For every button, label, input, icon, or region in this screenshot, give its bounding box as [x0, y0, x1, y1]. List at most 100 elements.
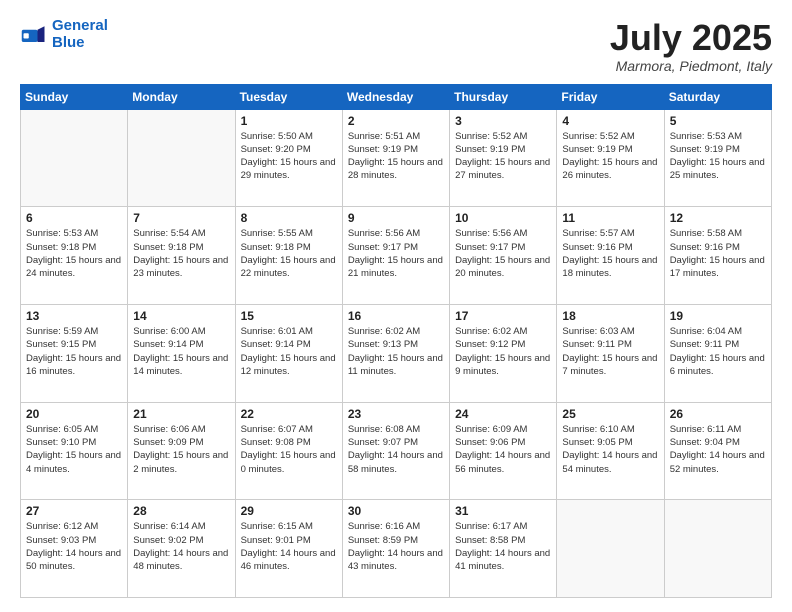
table-row: 21 Sunrise: 6:06 AM Sunset: 9:09 PM Dayl…	[128, 402, 235, 500]
table-row	[557, 500, 664, 598]
day-number: 7	[133, 211, 229, 225]
table-row: 29 Sunrise: 6:15 AM Sunset: 9:01 PM Dayl…	[235, 500, 342, 598]
subtitle: Marmora, Piedmont, Italy	[610, 58, 772, 74]
day-number: 15	[241, 309, 337, 323]
day-number: 9	[348, 211, 444, 225]
day-info: Sunrise: 6:09 AM Sunset: 9:06 PM Dayligh…	[455, 423, 551, 476]
day-number: 4	[562, 114, 658, 128]
day-info: Sunrise: 6:01 AM Sunset: 9:14 PM Dayligh…	[241, 325, 337, 378]
calendar-row: 27 Sunrise: 6:12 AM Sunset: 9:03 PM Dayl…	[21, 500, 772, 598]
table-row	[664, 500, 771, 598]
table-row: 23 Sunrise: 6:08 AM Sunset: 9:07 PM Dayl…	[342, 402, 449, 500]
header-wednesday: Wednesday	[342, 84, 449, 109]
table-row: 17 Sunrise: 6:02 AM Sunset: 9:12 PM Dayl…	[450, 304, 557, 402]
table-row: 9 Sunrise: 5:56 AM Sunset: 9:17 PM Dayli…	[342, 207, 449, 305]
table-row: 31 Sunrise: 6:17 AM Sunset: 8:58 PM Dayl…	[450, 500, 557, 598]
day-number: 12	[670, 211, 766, 225]
day-info: Sunrise: 6:06 AM Sunset: 9:09 PM Dayligh…	[133, 423, 229, 476]
day-number: 23	[348, 407, 444, 421]
day-number: 10	[455, 211, 551, 225]
day-number: 5	[670, 114, 766, 128]
logo-text: General Blue	[52, 18, 108, 51]
table-row	[128, 109, 235, 207]
table-row: 30 Sunrise: 6:16 AM Sunset: 8:59 PM Dayl…	[342, 500, 449, 598]
day-info: Sunrise: 5:59 AM Sunset: 9:15 PM Dayligh…	[26, 325, 122, 378]
day-number: 13	[26, 309, 122, 323]
page: General Blue July 2025 Marmora, Piedmont…	[0, 0, 792, 612]
table-row: 22 Sunrise: 6:07 AM Sunset: 9:08 PM Dayl…	[235, 402, 342, 500]
day-info: Sunrise: 5:53 AM Sunset: 9:18 PM Dayligh…	[26, 227, 122, 280]
day-info: Sunrise: 6:02 AM Sunset: 9:13 PM Dayligh…	[348, 325, 444, 378]
header-thursday: Thursday	[450, 84, 557, 109]
table-row: 13 Sunrise: 5:59 AM Sunset: 9:15 PM Dayl…	[21, 304, 128, 402]
header-saturday: Saturday	[664, 84, 771, 109]
day-info: Sunrise: 6:10 AM Sunset: 9:05 PM Dayligh…	[562, 423, 658, 476]
logo: General Blue	[20, 18, 108, 51]
day-number: 8	[241, 211, 337, 225]
day-number: 21	[133, 407, 229, 421]
day-number: 25	[562, 407, 658, 421]
logo-line1: General	[52, 17, 108, 34]
weekday-header-row: Sunday Monday Tuesday Wednesday Thursday…	[21, 84, 772, 109]
day-number: 19	[670, 309, 766, 323]
day-info: Sunrise: 5:58 AM Sunset: 9:16 PM Dayligh…	[670, 227, 766, 280]
calendar-row: 20 Sunrise: 6:05 AM Sunset: 9:10 PM Dayl…	[21, 402, 772, 500]
table-row: 18 Sunrise: 6:03 AM Sunset: 9:11 PM Dayl…	[557, 304, 664, 402]
table-row: 4 Sunrise: 5:52 AM Sunset: 9:19 PM Dayli…	[557, 109, 664, 207]
day-number: 22	[241, 407, 337, 421]
day-number: 11	[562, 211, 658, 225]
day-info: Sunrise: 5:52 AM Sunset: 9:19 PM Dayligh…	[455, 130, 551, 183]
table-row	[21, 109, 128, 207]
table-row: 16 Sunrise: 6:02 AM Sunset: 9:13 PM Dayl…	[342, 304, 449, 402]
table-row: 12 Sunrise: 5:58 AM Sunset: 9:16 PM Dayl…	[664, 207, 771, 305]
calendar-row: 1 Sunrise: 5:50 AM Sunset: 9:20 PM Dayli…	[21, 109, 772, 207]
day-info: Sunrise: 5:52 AM Sunset: 9:19 PM Dayligh…	[562, 130, 658, 183]
day-info: Sunrise: 5:56 AM Sunset: 9:17 PM Dayligh…	[455, 227, 551, 280]
day-info: Sunrise: 6:07 AM Sunset: 9:08 PM Dayligh…	[241, 423, 337, 476]
day-number: 26	[670, 407, 766, 421]
header-tuesday: Tuesday	[235, 84, 342, 109]
day-number: 1	[241, 114, 337, 128]
table-row: 10 Sunrise: 5:56 AM Sunset: 9:17 PM Dayl…	[450, 207, 557, 305]
calendar-table: Sunday Monday Tuesday Wednesday Thursday…	[20, 84, 772, 598]
day-info: Sunrise: 5:57 AM Sunset: 9:16 PM Dayligh…	[562, 227, 658, 280]
day-number: 31	[455, 504, 551, 518]
table-row: 3 Sunrise: 5:52 AM Sunset: 9:19 PM Dayli…	[450, 109, 557, 207]
day-info: Sunrise: 6:04 AM Sunset: 9:11 PM Dayligh…	[670, 325, 766, 378]
table-row: 11 Sunrise: 5:57 AM Sunset: 9:16 PM Dayl…	[557, 207, 664, 305]
day-info: Sunrise: 6:17 AM Sunset: 8:58 PM Dayligh…	[455, 520, 551, 573]
day-info: Sunrise: 6:08 AM Sunset: 9:07 PM Dayligh…	[348, 423, 444, 476]
day-number: 20	[26, 407, 122, 421]
day-info: Sunrise: 5:54 AM Sunset: 9:18 PM Dayligh…	[133, 227, 229, 280]
table-row: 2 Sunrise: 5:51 AM Sunset: 9:19 PM Dayli…	[342, 109, 449, 207]
day-info: Sunrise: 6:15 AM Sunset: 9:01 PM Dayligh…	[241, 520, 337, 573]
day-info: Sunrise: 6:16 AM Sunset: 8:59 PM Dayligh…	[348, 520, 444, 573]
calendar-row: 13 Sunrise: 5:59 AM Sunset: 9:15 PM Dayl…	[21, 304, 772, 402]
table-row: 15 Sunrise: 6:01 AM Sunset: 9:14 PM Dayl…	[235, 304, 342, 402]
table-row: 14 Sunrise: 6:00 AM Sunset: 9:14 PM Dayl…	[128, 304, 235, 402]
day-info: Sunrise: 6:02 AM Sunset: 9:12 PM Dayligh…	[455, 325, 551, 378]
day-number: 6	[26, 211, 122, 225]
day-info: Sunrise: 6:12 AM Sunset: 9:03 PM Dayligh…	[26, 520, 122, 573]
day-info: Sunrise: 6:14 AM Sunset: 9:02 PM Dayligh…	[133, 520, 229, 573]
table-row: 25 Sunrise: 6:10 AM Sunset: 9:05 PM Dayl…	[557, 402, 664, 500]
table-row: 5 Sunrise: 5:53 AM Sunset: 9:19 PM Dayli…	[664, 109, 771, 207]
logo-line2: Blue	[52, 34, 85, 51]
day-info: Sunrise: 6:00 AM Sunset: 9:14 PM Dayligh…	[133, 325, 229, 378]
header-friday: Friday	[557, 84, 664, 109]
day-info: Sunrise: 5:55 AM Sunset: 9:18 PM Dayligh…	[241, 227, 337, 280]
day-info: Sunrise: 6:11 AM Sunset: 9:04 PM Dayligh…	[670, 423, 766, 476]
day-info: Sunrise: 5:56 AM Sunset: 9:17 PM Dayligh…	[348, 227, 444, 280]
logo-icon	[20, 21, 48, 49]
day-number: 16	[348, 309, 444, 323]
day-number: 30	[348, 504, 444, 518]
day-number: 2	[348, 114, 444, 128]
day-number: 18	[562, 309, 658, 323]
header: General Blue July 2025 Marmora, Piedmont…	[20, 18, 772, 74]
day-number: 28	[133, 504, 229, 518]
table-row: 8 Sunrise: 5:55 AM Sunset: 9:18 PM Dayli…	[235, 207, 342, 305]
day-number: 27	[26, 504, 122, 518]
day-info: Sunrise: 5:51 AM Sunset: 9:19 PM Dayligh…	[348, 130, 444, 183]
day-info: Sunrise: 6:05 AM Sunset: 9:10 PM Dayligh…	[26, 423, 122, 476]
table-row: 19 Sunrise: 6:04 AM Sunset: 9:11 PM Dayl…	[664, 304, 771, 402]
